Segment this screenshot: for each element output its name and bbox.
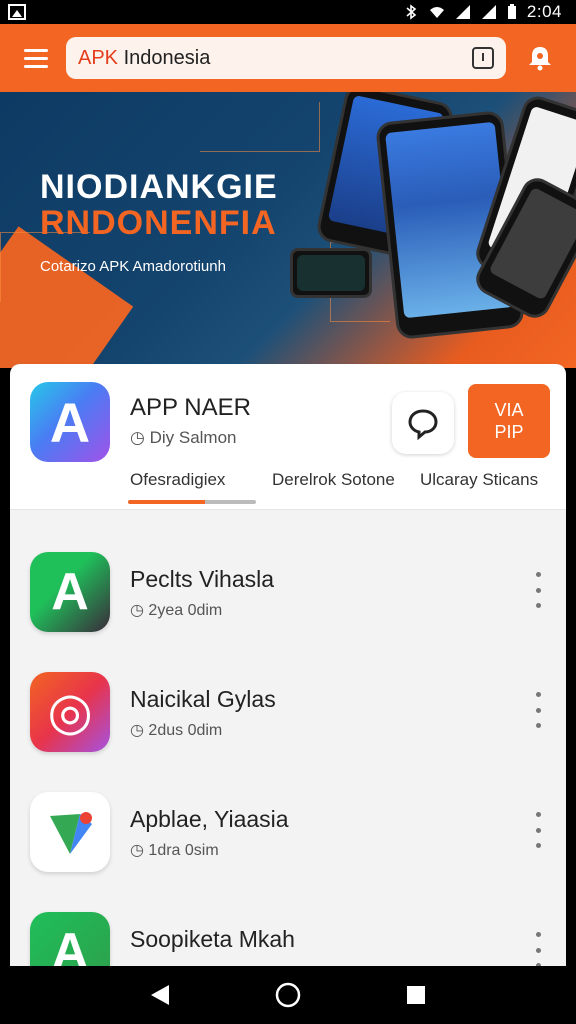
status-bar: 2:04	[0, 0, 576, 24]
tab-1[interactable]: Derelrok Sotone	[272, 470, 395, 490]
more-options-icon[interactable]	[528, 692, 548, 728]
app-meta: ◷ 2dus 0dim	[130, 722, 223, 739]
more-options-icon[interactable]	[528, 572, 548, 608]
featured-app-icon[interactable]: A	[30, 382, 110, 462]
app-icon[interactable]: A	[30, 912, 110, 966]
menu-icon[interactable]	[16, 38, 56, 78]
active-tab-indicator	[128, 500, 256, 504]
wifi-icon	[429, 7, 444, 18]
signal-2-icon	[481, 5, 496, 19]
featured-app-card[interactable]: A APP NAER ◷ Diy Salmon VIA PIP Ofesradi…	[10, 364, 566, 510]
clock-icon: ◷	[130, 602, 144, 619]
banner-circuit-line	[200, 102, 320, 152]
bluetooth-icon	[406, 4, 417, 20]
search-text: APK Indonesia	[78, 46, 211, 69]
clock-icon: ◷	[130, 722, 144, 739]
featured-app-meta: ◷ Diy Salmon	[130, 428, 237, 447]
clock-icon: ◷	[130, 842, 144, 859]
small-device-illustration	[290, 248, 372, 298]
chat-bubble-icon	[408, 409, 438, 440]
clock-icon: ◷	[130, 428, 145, 447]
promo-banner[interactable]: NIODIANKGIE RNDONENFIA Cotarizo APK Amad…	[0, 92, 576, 368]
clock: 2:04	[526, 2, 562, 21]
app-meta: ◷ 1dra 0sim	[130, 842, 219, 859]
play-triangle-icon	[50, 812, 92, 854]
category-tabs: Ofesradigiex Derelrok Sotone Ulcaray Sti…	[10, 462, 566, 510]
battery-icon	[507, 4, 516, 19]
app-list: A Peclts Vihasla ◷ 2yea 0dim ◎ Naicikal …	[10, 510, 566, 966]
list-item[interactable]: ◎ Naicikal Gylas ◷ 2dus 0dim	[10, 672, 566, 792]
list-item[interactable]: Apblae, Yiaasia ◷ 1dra 0sim	[10, 792, 566, 912]
app-meta: ◷ 2yea 0dim	[130, 602, 223, 619]
app-toolbar: APK Indonesia	[0, 24, 576, 92]
recents-icon[interactable]	[396, 975, 436, 1015]
search-input[interactable]: APK Indonesia	[66, 37, 506, 79]
banner-subtitle: Cotarizo APK Amadorotiunh	[40, 258, 226, 275]
app-name: Apblae, Yiaasia	[130, 806, 289, 832]
more-options-icon[interactable]	[528, 812, 548, 848]
home-icon[interactable]	[268, 975, 308, 1015]
featured-action-button[interactable]: VIA PIP	[468, 384, 550, 458]
chat-button[interactable]	[392, 392, 454, 454]
app-icon[interactable]: ◎	[30, 672, 110, 752]
featured-app-name: APP NAER	[130, 394, 251, 421]
tab-0[interactable]: Ofesradigiex	[130, 470, 225, 490]
app-icon[interactable]: A	[30, 552, 110, 632]
more-options-icon[interactable]	[528, 932, 548, 966]
list-item[interactable]: A Soopiketa Mkah	[10, 912, 566, 966]
image-notification-icon	[8, 4, 26, 20]
app-name: Soopiketa Mkah	[130, 926, 295, 952]
banner-title-line1: NIODIANKGIE	[40, 168, 278, 206]
tab-2[interactable]: Ulcaray Sticans	[420, 470, 538, 490]
app-icon[interactable]	[30, 792, 110, 872]
app-name: Naicikal Gylas	[130, 686, 276, 712]
system-nav-bar	[0, 966, 576, 1024]
notification-bell-icon[interactable]	[520, 38, 560, 78]
signal-icon	[455, 5, 470, 19]
list-item[interactable]: A Peclts Vihasla ◷ 2yea 0dim	[10, 552, 566, 672]
banner-title-line2: RNDONENFIA	[40, 204, 277, 242]
back-icon[interactable]	[140, 975, 180, 1015]
app-name: Peclts Vihasla	[130, 566, 275, 592]
save-icon[interactable]	[472, 47, 494, 69]
